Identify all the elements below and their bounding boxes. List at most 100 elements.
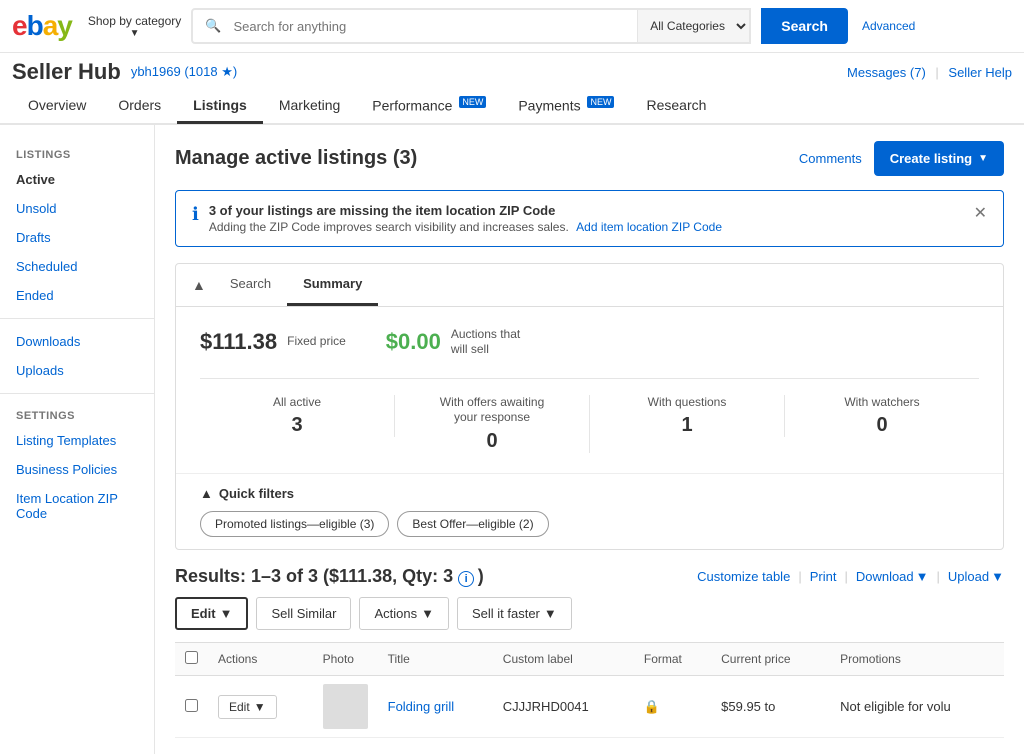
th-photo: Photo: [313, 643, 378, 676]
site-header: ebay Shop by category ▼ 🔍 All Categories…: [0, 0, 1024, 53]
listings-table: Actions Photo Title Custom label Format …: [175, 642, 1004, 738]
stat-all-active-label: All active: [200, 395, 394, 411]
category-select[interactable]: All Categories: [637, 10, 749, 42]
summary-panel: ▲ Search Summary $111.38 Fixed price $0.…: [175, 263, 1004, 550]
shop-by-label: Shop by category: [88, 14, 181, 28]
alert-banner: ℹ 3 of your listings are missing the ite…: [175, 190, 1004, 247]
edit-button[interactable]: Edit ▼: [175, 597, 248, 630]
tab-performance[interactable]: Performance NEW: [356, 89, 502, 125]
actions-caret: ▼: [421, 606, 434, 621]
stat-watchers: With watchers 0: [785, 395, 979, 438]
tab-research[interactable]: Research: [630, 89, 722, 124]
tab-orders[interactable]: Orders: [102, 89, 177, 124]
advanced-link[interactable]: Advanced: [862, 19, 915, 33]
th-checkbox: [175, 643, 208, 676]
panel-tab-summary[interactable]: Summary: [287, 264, 378, 306]
nav-tabs: Overview Orders Listings Marketing Perfo…: [0, 89, 1024, 125]
alert-content: 3 of your listings are missing the item …: [209, 203, 964, 234]
sidebar-divider-1: [0, 318, 154, 319]
comments-link[interactable]: Comments: [799, 151, 862, 166]
panel-tab-search[interactable]: Search: [214, 264, 287, 306]
row-promotions: Not eligible for volu: [830, 676, 1004, 738]
th-promotions: Promotions: [830, 643, 1004, 676]
filter-chip-best-offer[interactable]: Best Offer—eligible (2): [397, 511, 548, 537]
logo-b: b: [27, 10, 43, 41]
search-button[interactable]: Search: [761, 8, 848, 44]
sidebar-item-listing-templates[interactable]: Listing Templates: [0, 426, 154, 455]
print-link[interactable]: Print: [810, 569, 837, 584]
main-layout: LISTINGS Active Unsold Drafts Scheduled …: [0, 125, 1024, 754]
sidebar-item-scheduled[interactable]: Scheduled: [0, 252, 154, 281]
tab-marketing[interactable]: Marketing: [263, 89, 356, 124]
quick-filters-label: Quick filters: [219, 486, 294, 501]
quick-filters-header[interactable]: ▲ Quick filters: [200, 486, 979, 501]
th-custom-label: Custom label: [493, 643, 634, 676]
stat-offers-awaiting: With offers awaitingyour response 0: [395, 395, 590, 453]
stat-questions-label: With questions: [590, 395, 784, 411]
search-input[interactable]: [229, 10, 637, 42]
shop-by-category[interactable]: Shop by category ▼: [88, 14, 181, 39]
download-button[interactable]: Download ▼: [856, 569, 929, 584]
results-text: Results: 1–3 of 3 ($111.38, Qty: 3: [175, 566, 458, 586]
tab-listings[interactable]: Listings: [177, 89, 263, 124]
alert-action-link[interactable]: Add item location ZIP Code: [576, 220, 722, 234]
shop-by-arrow: ▼: [130, 28, 140, 39]
sidebar-item-uploads[interactable]: Uploads: [0, 356, 154, 385]
row-custom-label: CJJJRHD0041: [493, 676, 634, 738]
tab-overview[interactable]: Overview: [12, 89, 102, 124]
fixed-price-amount: $111.38: [200, 329, 277, 355]
seller-username[interactable]: ybh1969 (1018 ★): [131, 64, 237, 80]
auction-price-label: Auctions that will sell: [451, 327, 531, 358]
panel-collapse-button[interactable]: ▲: [192, 267, 214, 303]
results-title: Results: 1–3 of 3 ($111.38, Qty: 3 i ): [175, 566, 484, 587]
ebay-logo[interactable]: ebay: [12, 10, 72, 42]
sidebar-item-drafts[interactable]: Drafts: [0, 223, 154, 252]
stat-questions-value: 1: [590, 414, 784, 437]
th-format: Format: [634, 643, 711, 676]
panel-tabs: ▲ Search Summary: [176, 264, 1003, 307]
sidebar-item-downloads[interactable]: Downloads: [0, 327, 154, 356]
stat-watchers-value: 0: [785, 414, 979, 437]
row-edit-button[interactable]: Edit ▼: [218, 695, 277, 719]
sidebar-divider-2: [0, 393, 154, 394]
results-info-icon[interactable]: i: [458, 571, 474, 587]
results-actions: Customize table | Print | Download ▼ | U…: [697, 569, 1004, 584]
auction-price-block: $0.00 Auctions that will sell: [386, 327, 531, 358]
stat-offers-value: 0: [395, 430, 589, 453]
sidebar-item-ended[interactable]: Ended: [0, 281, 154, 310]
auction-price-amount: $0.00: [386, 329, 441, 355]
upload-button[interactable]: Upload ▼: [948, 569, 1004, 584]
tab-payments[interactable]: Payments NEW: [502, 89, 630, 125]
search-bar: 🔍 All Categories: [191, 8, 751, 44]
select-all-checkbox[interactable]: [185, 651, 198, 664]
alert-close-button[interactable]: ✕: [974, 203, 987, 223]
row-price: $59.95 to: [711, 676, 830, 738]
sidebar-item-active[interactable]: Active: [0, 165, 154, 194]
sidebar-item-unsold[interactable]: Unsold: [0, 194, 154, 223]
filter-chip-promoted[interactable]: Promoted listings—eligible (3): [200, 511, 389, 537]
results-divider-3: |: [937, 569, 940, 584]
seller-hub-bar: Seller Hub ybh1969 (1018 ★) Messages (7)…: [0, 53, 1024, 85]
th-current-price: Current price: [711, 643, 830, 676]
seller-hub-title: Seller Hub: [12, 59, 121, 85]
sell-similar-button[interactable]: Sell Similar: [256, 597, 351, 630]
row-select-checkbox[interactable]: [185, 699, 198, 712]
seller-hub-identity: Seller Hub ybh1969 (1018 ★): [12, 59, 237, 85]
results-divider-1: |: [798, 569, 801, 584]
seller-help-link[interactable]: Seller Help: [948, 65, 1012, 80]
create-listing-button[interactable]: Create listing ▼: [874, 141, 1004, 176]
table-row: Edit ▼ Folding grill CJJJRHD0041 🔒 $59.9…: [175, 676, 1004, 738]
sell-it-faster-button[interactable]: Sell it faster ▼: [457, 597, 572, 630]
hub-divider: |: [935, 65, 942, 80]
sidebar-item-zip-code[interactable]: Item Location ZIP Code: [0, 484, 154, 528]
search-icon: 🔍: [193, 10, 229, 42]
sidebar-item-business-policies[interactable]: Business Policies: [0, 455, 154, 484]
actions-button[interactable]: Actions ▼: [359, 597, 449, 630]
content-area: Manage active listings (3) Comments Crea…: [155, 125, 1024, 754]
messages-link[interactable]: Messages (7): [847, 65, 926, 80]
logo-e: e: [12, 10, 27, 41]
listing-title-link[interactable]: Folding grill: [388, 699, 454, 714]
customize-table-link[interactable]: Customize table: [697, 569, 790, 584]
action-buttons-row: Edit ▼ Sell Similar Actions ▼ Sell it fa…: [175, 597, 1004, 630]
stat-questions: With questions 1: [590, 395, 785, 438]
